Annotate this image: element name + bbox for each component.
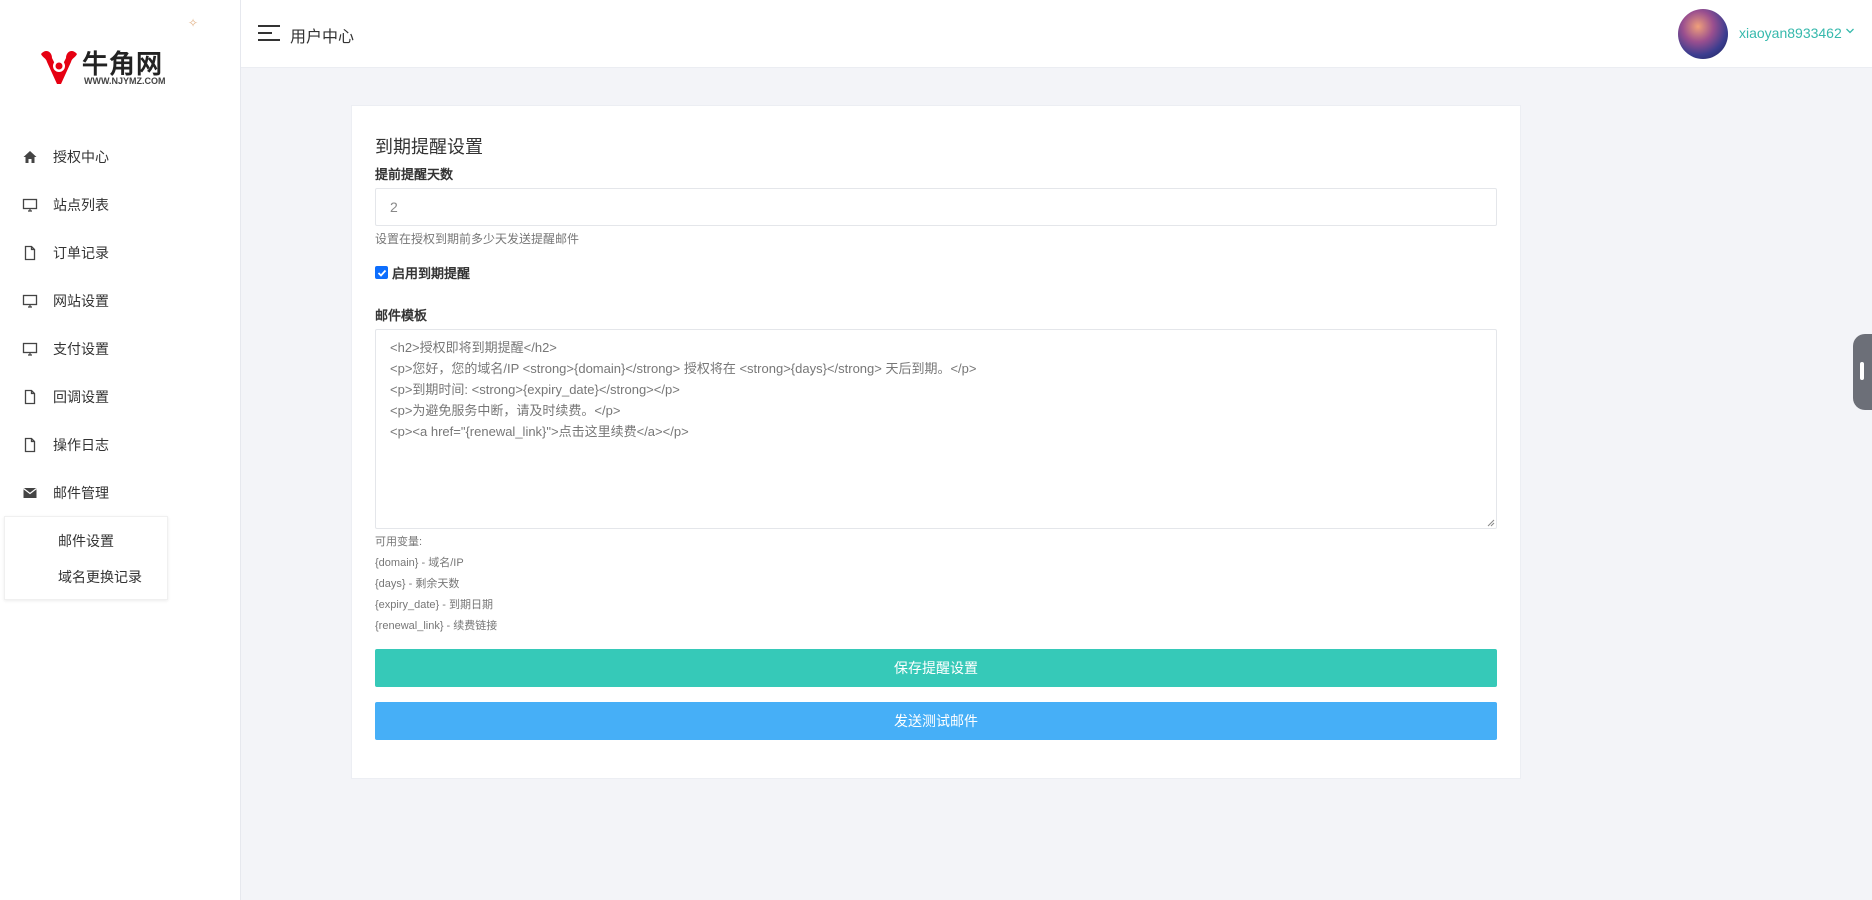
sidebar-item-callback-settings[interactable]: 回调设置 (0, 373, 240, 421)
template-label: 邮件模板 (375, 309, 428, 324)
sidebar-item-orders[interactable]: 订单记录 (0, 229, 240, 277)
enable-reminder-checkbox[interactable] (375, 266, 388, 279)
submenu-item-mail-settings[interactable]: 邮件设置 (5, 523, 167, 559)
enable-reminder-row: 启用到期提醒 (375, 263, 470, 282)
save-reminder-button[interactable]: 保存提醒设置 (375, 649, 1497, 687)
mail-submenu: 邮件设置 域名更换记录 (4, 516, 168, 600)
chevron-down-icon[interactable] (1845, 26, 1855, 36)
top-header: 用户中心 xiaoyan8933462 (241, 0, 1872, 68)
sidebar-item-operation-log[interactable]: 操作日志 (0, 421, 240, 469)
days-hint: 设置在授权到期前多少天发送提醒邮件 (375, 232, 580, 246)
file-icon (22, 389, 38, 405)
sidebar: 牛角网 WWW.NJYMZ.COM ✧ 授权中心 站点列表 订单记录 网站设置 … (0, 0, 241, 900)
sidebar-item-label: 站点列表 (53, 198, 109, 214)
sidebar-item-site-settings[interactable]: 网站设置 (0, 277, 240, 325)
sidebar-item-label: 邮件管理 (53, 486, 109, 502)
email-template-textarea[interactable]: <h2>授权即将到期提醒</h2> <p>您好，您的域名/IP <strong>… (375, 329, 1497, 529)
sidebar-item-label: 订单记录 (53, 246, 109, 262)
vars-title: 可用变量: (375, 536, 423, 548)
var-item: {domain} - 域名/IP (375, 557, 464, 569)
logo-subtitle: WWW.NJYMZ.COM (84, 76, 166, 86)
monitor-icon (22, 341, 38, 357)
sidebar-nav: 授权中心 站点列表 订单记录 网站设置 支付设置 回调设置 操作日志 邮件管理 (0, 133, 240, 517)
sidebar-item-mail-management[interactable]: 邮件管理 (0, 469, 240, 517)
var-item: {days} - 剩余天数 (375, 578, 460, 590)
send-test-email-button[interactable]: 发送测试邮件 (375, 702, 1497, 740)
sparkle-icon: ✧ (188, 16, 199, 30)
monitor-icon (22, 197, 38, 213)
sidebar-item-auth-center[interactable]: 授权中心 (0, 133, 240, 181)
header-title: 用户中心 (290, 27, 355, 46)
sidebar-item-payment-settings[interactable]: 支付设置 (0, 325, 240, 373)
days-input[interactable]: 2 (375, 188, 1497, 226)
mail-icon (22, 485, 38, 501)
reminder-settings-card: 到期提醒设置 提前提醒天数 2 设置在授权到期前多少天发送提醒邮件 启用到期提醒… (351, 105, 1521, 779)
home-icon (22, 149, 38, 165)
submenu-item-domain-change-log[interactable]: 域名更换记录 (5, 559, 167, 595)
avatar[interactable] (1678, 9, 1728, 59)
resize-grip-icon[interactable] (1487, 519, 1495, 527)
logo-mark-icon (41, 51, 77, 84)
available-variables: 可用变量: {domain} - 域名/IP {days} - 剩余天数 {ex… (375, 532, 497, 637)
check-icon (377, 269, 386, 277)
card-title: 到期提醒设置 (375, 137, 483, 158)
sidebar-item-label: 网站设置 (53, 294, 109, 310)
var-item: {expiry_date} - 到期日期 (375, 599, 493, 611)
days-label: 提前提醒天数 (375, 168, 454, 183)
sidebar-item-label: 操作日志 (53, 438, 109, 454)
sidebar-item-label: 支付设置 (53, 342, 109, 358)
sidebar-item-label: 回调设置 (53, 390, 109, 406)
side-drawer-handle[interactable] (1853, 334, 1872, 410)
logo[interactable]: 牛角网 WWW.NJYMZ.COM (38, 44, 188, 90)
var-item: {renewal_link} - 续费链接 (375, 620, 498, 632)
sidebar-item-site-list[interactable]: 站点列表 (0, 181, 240, 229)
file-icon (22, 245, 38, 261)
username-link[interactable]: xiaoyan8933462 (1739, 25, 1842, 41)
sidebar-item-label: 授权中心 (53, 150, 109, 166)
file-icon (22, 437, 38, 453)
monitor-icon (22, 293, 38, 309)
enable-reminder-label[interactable]: 启用到期提醒 (392, 263, 470, 282)
menu-toggle-icon[interactable] (258, 25, 280, 42)
